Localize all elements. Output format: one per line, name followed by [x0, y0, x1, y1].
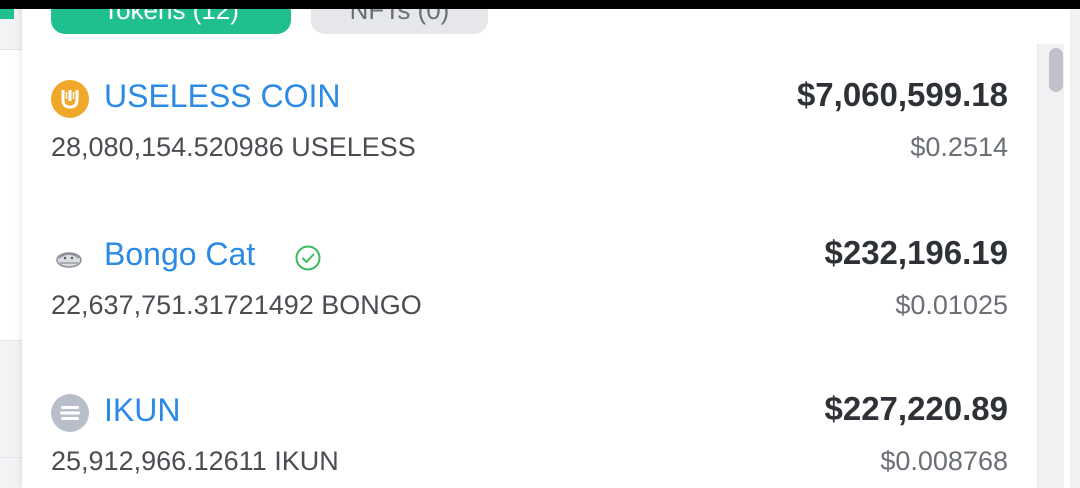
token-price: $0.008768	[880, 446, 1008, 476]
bongo-cat-icon	[51, 238, 89, 276]
background-page	[0, 9, 22, 488]
token-value: $227,220.89	[824, 390, 1008, 427]
token-name[interactable]: USELESS COIN	[104, 78, 341, 115]
token-balance: 25,912,966.12611 IKUN	[51, 446, 339, 476]
background-divider	[0, 457, 22, 458]
token-price: $0.01025	[895, 290, 1008, 320]
verified-check-icon	[294, 244, 322, 272]
token-name[interactable]: IKUN	[104, 392, 180, 429]
token-balance: 28,080,154.520986 USELESS	[51, 132, 416, 162]
background-card	[0, 49, 22, 341]
useless-coin-icon	[51, 80, 89, 118]
background-accent	[0, 9, 14, 19]
token-row-useless[interactable]: USELESS COIN 28,080,154.520986 USELESS $…	[22, 74, 1032, 194]
screen: Tokens (12) NFTs (0) USELESS COIN 28,080…	[0, 0, 1080, 488]
ikun-icon	[51, 394, 89, 432]
token-price: $0.2514	[910, 132, 1008, 162]
scrollbar-thumb[interactable]	[1049, 48, 1063, 92]
token-row-bongo[interactable]: Bongo Cat 22,637,751.31721492 BONGO $232…	[22, 232, 1032, 352]
token-list-panel: Tokens (12) NFTs (0) USELESS COIN 28,080…	[22, 0, 1070, 488]
token-value: $7,060,599.18	[796, 76, 1008, 113]
token-value: $232,196.19	[824, 234, 1008, 271]
top-edge	[0, 0, 1080, 9]
token-row-ikun[interactable]: IKUN 25,912,966.12611 IKUN $227,220.89 $…	[22, 388, 1032, 488]
token-name[interactable]: Bongo Cat	[104, 236, 255, 273]
background-right-edge	[1070, 9, 1080, 488]
token-balance: 22,637,751.31721492 BONGO	[51, 290, 422, 320]
scrollbar-track[interactable]	[1037, 44, 1064, 488]
